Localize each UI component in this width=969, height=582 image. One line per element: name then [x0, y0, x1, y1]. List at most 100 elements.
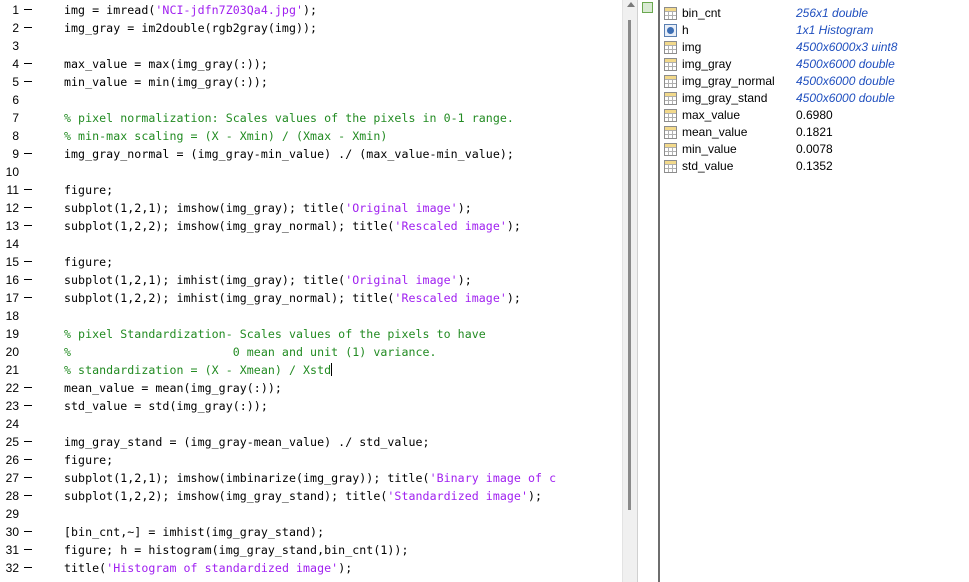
code-line[interactable]: 2 img_gray = im2double(rgb2gray(img));	[0, 19, 622, 37]
line-number: 4	[12, 57, 19, 71]
breakpoint-dash-icon[interactable]	[24, 549, 32, 550]
workspace-variable-row[interactable]: img 4500x6000x3 uint8	[662, 39, 969, 56]
code-line[interactable]: 15 figure;	[0, 253, 622, 271]
line-number: 17	[5, 291, 19, 305]
breakpoint-dash-icon[interactable]	[24, 387, 32, 388]
breakpoint-dash-icon[interactable]	[24, 261, 32, 262]
workspace-variable-row[interactable]: mean_value 0.1821	[662, 124, 969, 141]
code-line[interactable]: 11 figure;	[0, 181, 622, 199]
breakpoint-dash-icon[interactable]	[24, 27, 32, 28]
workspace-variable-row[interactable]: h 1x1 Histogram	[662, 22, 969, 39]
code-line[interactable]: 27 subplot(1,2,1); imshow(imbinarize(img_…	[0, 469, 622, 487]
string-literal: 'Original image'	[345, 201, 458, 215]
code-line[interactable]: 31 figure; h = histogram(img_gray_stand,b…	[0, 541, 622, 559]
code-line[interactable]: 8 % min-max scaling = (X - Xmin) / (Xmax …	[0, 127, 622, 145]
panel-toggle-icon[interactable]	[642, 2, 653, 13]
code-line[interactable]: 7 % pixel normalization: Scales values of…	[0, 109, 622, 127]
line-number: 2	[12, 21, 19, 35]
comment-text: % 0 mean and unit (1) variance.	[64, 345, 437, 359]
code-text: % pixel Standardization- Scales values o…	[64, 327, 486, 341]
code-token: img_gray_stand = (img_gray-mean_value) .…	[64, 435, 430, 449]
code-line[interactable]: 26 figure;	[0, 451, 622, 469]
breakpoint-dash-icon[interactable]	[24, 207, 32, 208]
workspace-variable-row[interactable]: img_gray_normal 4500x6000 double	[662, 73, 969, 90]
code-text: subplot(1,2,1); imhist(img_gray); title(…	[64, 273, 472, 287]
workspace-variable-row[interactable]: img_gray_stand 4500x6000 double	[662, 90, 969, 107]
workspace-variable-row[interactable]: std_value 0.1352	[662, 158, 969, 175]
code-token: img_gray = im2double(rgb2gray(img));	[64, 21, 318, 35]
workspace-variable-row[interactable]: img_gray 4500x6000 double	[662, 56, 969, 73]
breakpoint-dash-icon[interactable]	[24, 405, 32, 406]
code-line[interactable]: 5 min_value = min(img_gray(:));	[0, 73, 622, 91]
code-token: );	[506, 219, 521, 233]
code-line[interactable]: 4 max_value = max(img_gray(:));	[0, 55, 622, 73]
code-line[interactable]: 14	[0, 235, 622, 253]
code-line[interactable]: 9 img_gray_normal = (img_gray-min_value) …	[0, 145, 622, 163]
code-line[interactable]: 20 % 0 mean and unit (1) variance.	[0, 343, 622, 361]
code-line[interactable]: 28 subplot(1,2,2); imshow(img_gray_stand)…	[0, 487, 622, 505]
code-line[interactable]: 16 subplot(1,2,1); imhist(img_gray); titl…	[0, 271, 622, 289]
code-line[interactable]: 25 img_gray_stand = (img_gray-mean_value)…	[0, 433, 622, 451]
breakpoint-dash-icon[interactable]	[24, 9, 32, 10]
code-line[interactable]: 22 mean_value = mean(img_gray(:));	[0, 379, 622, 397]
breakpoint-dash-icon[interactable]	[24, 477, 32, 478]
variable-value: 0.1821	[796, 125, 833, 139]
code-text: figure;	[64, 453, 113, 467]
scroll-up-arrow-icon[interactable]	[627, 2, 635, 7]
code-token: figure;	[64, 183, 114, 197]
code-line[interactable]: 3	[0, 37, 622, 55]
workspace-variable-row[interactable]: min_value 0.0078	[662, 141, 969, 158]
breakpoint-dash-icon[interactable]	[24, 297, 32, 298]
breakpoint-dash-icon[interactable]	[24, 225, 32, 226]
code-line[interactable]: 17 subplot(1,2,2); imhist(img_gray_normal…	[0, 289, 622, 307]
editor-vertical-scrollbar[interactable]	[622, 0, 637, 582]
variable-value: 4500x6000x3 uint8	[796, 40, 898, 54]
code-line[interactable]: 18	[0, 307, 622, 325]
breakpoint-dash-icon[interactable]	[24, 189, 32, 190]
line-number: 9	[12, 147, 19, 161]
code-token: min_value = min(img_gray(:));	[64, 75, 268, 89]
grid-icon	[664, 41, 677, 54]
workspace-panel: bin_cnt 256x1 double h 1x1 Histogram img 4500…	[662, 0, 969, 582]
code-editor[interactable]: 1 img = imread('NCI-jdfn7Z03Qa4.jpg'); 2 im…	[0, 0, 622, 582]
breakpoint-dash-icon[interactable]	[24, 567, 32, 568]
grid-icon	[664, 75, 677, 88]
code-text: mean_value = mean(img_gray(:));	[64, 381, 282, 395]
breakpoint-dash-icon[interactable]	[24, 459, 32, 460]
code-line[interactable]: 23 std_value = std(img_gray(:));	[0, 397, 622, 415]
line-number: 18	[5, 309, 19, 323]
splitter-line	[658, 0, 660, 582]
code-line[interactable]: 1 img = imread('NCI-jdfn7Z03Qa4.jpg');	[0, 1, 622, 19]
breakpoint-dash-icon[interactable]	[24, 63, 32, 64]
code-line[interactable]: 21 % standardization = (X - Xmean) / Xstd	[0, 361, 622, 379]
code-token: mean_value = mean(img_gray(:));	[64, 381, 282, 395]
panel-splitter[interactable]	[637, 0, 662, 582]
workspace-variable-row[interactable]: bin_cnt 256x1 double	[662, 5, 969, 22]
breakpoint-dash-icon[interactable]	[24, 531, 32, 532]
code-text: [bin_cnt,~] = imhist(img_gray_stand);	[64, 525, 324, 539]
line-number: 3	[12, 39, 19, 53]
code-line[interactable]: 30 [bin_cnt,~] = imhist(img_gray_stand);	[0, 523, 622, 541]
code-line[interactable]: 13 subplot(1,2,2); imshow(img_gray_normal…	[0, 217, 622, 235]
breakpoint-dash-icon[interactable]	[24, 279, 32, 280]
scrollbar-thumb[interactable]	[628, 20, 631, 510]
workspace-variable-row[interactable]: max_value 0.6980	[662, 107, 969, 124]
code-line[interactable]: 24	[0, 415, 622, 433]
breakpoint-dash-icon[interactable]	[24, 495, 32, 496]
code-token: subplot(1,2,1); imhist(img_gray); title(	[64, 273, 346, 287]
code-line[interactable]: 12 subplot(1,2,1); imshow(img_gray); titl…	[0, 199, 622, 217]
grid-icon	[664, 7, 677, 20]
code-line[interactable]: 32 title('Histogram of standardized image…	[0, 559, 622, 577]
breakpoint-dash-icon[interactable]	[24, 441, 32, 442]
code-line[interactable]: 6	[0, 91, 622, 109]
comment-text: % pixel Standardization- Scales values o…	[64, 327, 486, 341]
comment-text: % min-max scaling = (X - Xmin) / (Xmax -…	[64, 129, 388, 143]
code-line[interactable]: 10	[0, 163, 622, 181]
breakpoint-dash-icon[interactable]	[24, 153, 32, 154]
code-text: subplot(1,2,2); imhist(img_gray_normal);…	[64, 291, 521, 305]
line-number: 31	[5, 543, 19, 557]
code-line[interactable]: 29	[0, 505, 622, 523]
variable-value: 0.0078	[796, 142, 833, 156]
code-line[interactable]: 19 % pixel Standardization- Scales values…	[0, 325, 622, 343]
breakpoint-dash-icon[interactable]	[24, 81, 32, 82]
